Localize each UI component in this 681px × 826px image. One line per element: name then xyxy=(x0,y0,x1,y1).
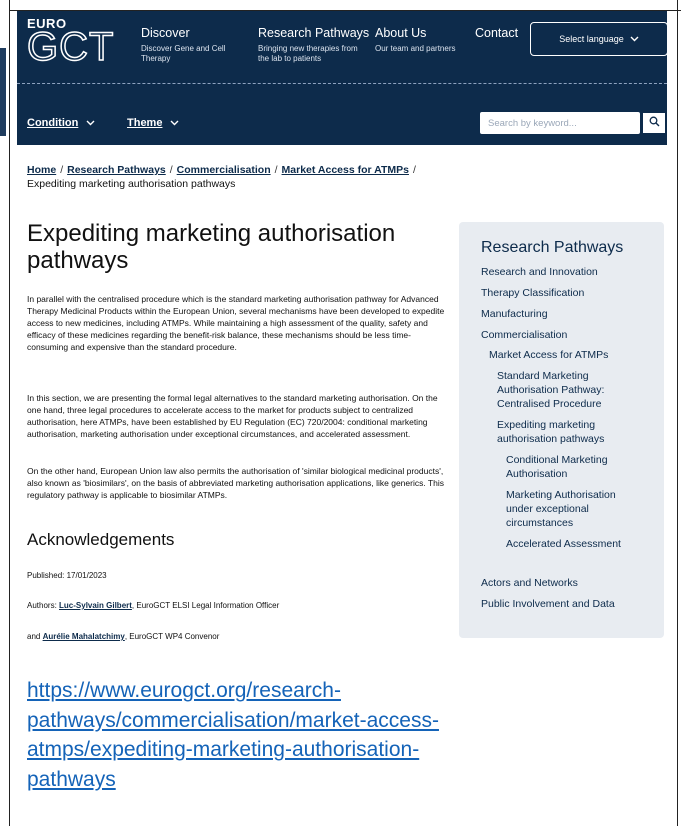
nav-research-title: Research Pathways xyxy=(258,26,370,40)
authors-prefix: Authors: xyxy=(27,601,60,610)
right-frame xyxy=(677,0,681,826)
sidebar-item-manufacturing[interactable]: Manufacturing xyxy=(481,307,548,321)
sidebar-item-conditional[interactable]: Authorisation xyxy=(506,467,567,481)
author-role-gilbert: , EuroGCT ELSI Legal Information Officer xyxy=(131,601,280,610)
breadcrumb-commercialisation[interactable]: Commercialisation xyxy=(177,164,271,176)
nav-research-sub: Bringing new therapies from the lab to p… xyxy=(258,44,358,63)
sidebar-item-exceptional[interactable]: under exceptional xyxy=(506,502,589,516)
site-header: EURO GCT Discover Discover Gene and Cell… xyxy=(17,11,668,145)
breadcrumb-current: Expediting marketing authorisation pathw… xyxy=(27,178,236,190)
sidebar-item-commercialisation[interactable]: Commercialisation xyxy=(481,328,567,342)
sidebar-item-therapy-classification[interactable]: Therapy Classification xyxy=(481,286,584,300)
nav-discover-title: Discover xyxy=(141,26,190,40)
sidebar-item-public-involvement[interactable]: Public Involvement and Data xyxy=(481,597,615,611)
page-url-link[interactable]: https://www.eurogct.org/research- pathwa… xyxy=(27,676,587,794)
url-line: pathways xyxy=(27,767,116,791)
legal-alternatives-paragraph: In this section, we are presenting the f… xyxy=(27,393,438,439)
intro-paragraph: In parallel with the centralised procedu… xyxy=(27,294,445,352)
url-line: atmps/expediting-marketing-authorisation… xyxy=(27,738,420,761)
nav-discover-sub: Discover Gene and Cell Therapy xyxy=(141,44,226,63)
breadcrumb-separator: / xyxy=(274,164,278,176)
sidebar-item-exceptional[interactable]: circumstances xyxy=(506,516,573,530)
theme-menu[interactable]: Theme xyxy=(127,117,179,129)
url-line: https://www.eurogct.org/research- xyxy=(27,679,341,702)
nav-contact-title: Contact xyxy=(475,26,519,40)
header-divider xyxy=(17,83,667,84)
sidebar-item-expediting[interactable]: Expediting marketing xyxy=(497,418,595,432)
left-window-strip xyxy=(0,48,6,136)
chevron-down-icon xyxy=(170,117,179,129)
chevron-down-icon xyxy=(86,117,95,129)
sidebar-item-exceptional[interactable]: Marketing Authorisation xyxy=(506,488,616,502)
sidebar-title: Research Pathways xyxy=(481,239,624,256)
search-input[interactable]: Search by keyword... xyxy=(480,112,640,134)
author-link-gilbert[interactable]: Luc-Sylvain Gilbert xyxy=(59,601,132,610)
nav-about-title: About Us xyxy=(375,26,427,40)
language-label: Select language xyxy=(559,34,624,44)
authors-and: and xyxy=(27,632,43,641)
eurogct-logo[interactable]: EURO GCT xyxy=(26,16,115,69)
sidebar-item-standard-marketing[interactable]: Standard Marketing xyxy=(497,369,589,383)
nav-about-us[interactable]: About Us Our team and partners xyxy=(375,26,485,54)
sidebar-item-actors-networks[interactable]: Actors and Networks xyxy=(481,576,578,590)
author-role-mahalatchimy: , EuroGCT WP4 Convenor xyxy=(124,632,220,641)
search-button[interactable] xyxy=(642,112,666,134)
breadcrumb-market-access[interactable]: Market Access for ATMPs xyxy=(282,164,409,176)
nav-contact[interactable]: Contact xyxy=(475,26,518,40)
breadcrumb-separator: / xyxy=(60,164,64,176)
nav-research-pathways[interactable]: Research Pathways Bringing new therapies… xyxy=(258,26,369,64)
authors-line: Authors: Luc-Sylvain Gilbert, EuroGCT EL… xyxy=(27,601,279,610)
author-link-mahalatchimy[interactable]: Aurélie Mahalatchimy xyxy=(43,632,125,641)
sidebar-item-standard-marketing[interactable]: Centralised Procedure xyxy=(497,397,601,411)
search-icon xyxy=(649,116,660,130)
condition-label: Condition xyxy=(27,117,79,129)
published-date: Published: 17/01/2023 xyxy=(27,571,107,580)
breadcrumb: Home / Research Pathways / Commercialisation… xyxy=(27,163,467,191)
search-placeholder: Search by keyword... xyxy=(488,117,577,129)
biosimilars-paragraph: On the other hand, European Union law al… xyxy=(27,466,444,500)
breadcrumb-home[interactable]: Home xyxy=(27,164,56,176)
breadcrumb-separator: / xyxy=(169,164,173,176)
breadcrumb-separator: / xyxy=(412,164,416,176)
breadcrumb-research-pathways[interactable]: Research Pathways xyxy=(67,164,166,176)
nav-discover[interactable]: Discover Discover Gene and Cell Therapy xyxy=(141,26,231,64)
condition-menu[interactable]: Condition xyxy=(27,117,95,129)
authors-line-2: and Aurélie Mahalatchimy, EuroGCT WP4 Co… xyxy=(27,632,219,641)
theme-label: Theme xyxy=(127,117,163,129)
language-select[interactable]: Select language xyxy=(530,22,668,56)
sidebar-item-expediting[interactable]: authorisation pathways xyxy=(497,432,604,446)
sidebar-item-accelerated[interactable]: Accelerated Assessment xyxy=(506,537,621,551)
sidebar-item-research-innovation[interactable]: Research and Innovation xyxy=(481,265,598,279)
url-line: pathways/commercialisation/market-access… xyxy=(27,708,439,732)
sidebar-item-conditional[interactable]: Conditional Marketing xyxy=(506,453,608,467)
nav-about-sub: Our team and partners xyxy=(375,44,456,53)
page-title: Expediting marketing authorisation pathw… xyxy=(27,220,396,274)
top-frame xyxy=(9,0,681,11)
sidebar-item-market-access[interactable]: Market Access for ATMPs xyxy=(489,348,608,362)
sidebar-item-standard-marketing[interactable]: Authorisation Pathway: xyxy=(497,383,604,397)
chevron-down-icon xyxy=(630,34,639,44)
sidebar-navigation: Research Pathways Research and Innovatio… xyxy=(459,222,664,638)
logo-gct: GCT xyxy=(26,25,115,69)
acknowledgements-heading: Acknowledgements xyxy=(27,530,175,549)
